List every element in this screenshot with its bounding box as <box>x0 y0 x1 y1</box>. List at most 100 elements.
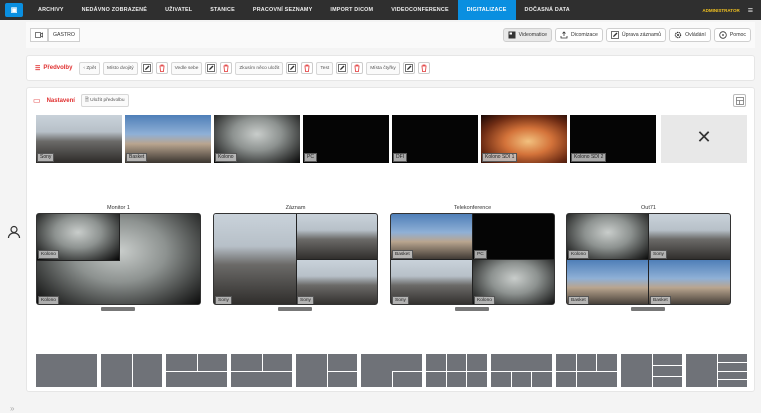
edit-preset-icon[interactable] <box>205 62 218 74</box>
back-button[interactable]: ‹ Zpět <box>79 61 100 75</box>
preset-0[interactable]: Místo dvojitý <box>102 61 138 75</box>
close-icon[interactable]: ✕ <box>661 127 747 148</box>
edit-preset-icon[interactable] <box>336 62 349 74</box>
nav-nedavno[interactable]: NEDÁVNO ZOBRAZENÉ <box>73 0 156 20</box>
edit-preset-icon[interactable] <box>402 62 415 74</box>
monitor-canvas[interactable]: Kolono Sony Basket Basket <box>566 213 731 305</box>
top-nav: ▣ ARCHIVY NEDÁVNO ZOBRAZENÉ UŽIVATEL STA… <box>0 0 761 20</box>
layout-divider <box>196 354 198 371</box>
monitor-tile[interactable]: Kolono <box>567 214 650 261</box>
app-logo-icon[interactable]: ▣ <box>5 3 23 17</box>
layout-option[interactable] <box>101 354 162 387</box>
source-tile[interactable]: Kolono SDI 2 <box>570 115 656 163</box>
layout-option[interactable] <box>621 354 682 387</box>
source-tile[interactable]: Sony <box>36 115 122 163</box>
empty-source-slot[interactable]: ✕ <box>661 115 747 163</box>
monitor-drag-handle[interactable] <box>631 307 665 311</box>
layout-divider <box>511 370 513 387</box>
layout-divider <box>531 370 533 387</box>
camera-name-button[interactable]: GASTRO <box>48 28 80 42</box>
layout-option[interactable] <box>36 354 97 387</box>
layout-option[interactable] <box>686 354 747 387</box>
tile-label: PC <box>474 250 487 259</box>
user-name[interactable]: ADMINISTRATOR <box>702 8 739 13</box>
settings-panel: ▭ Nastavení 🗎 Uložit předvolbu Sony Baske… <box>26 87 755 392</box>
nav-import-dicom[interactable]: IMPORT DICOM <box>321 0 382 20</box>
monitor-tile[interactable]: Basket <box>567 259 650 304</box>
save-preset-label: Uložit předvolbu <box>90 98 125 103</box>
monitor-tile[interactable]: PC <box>472 214 554 261</box>
ovladani-button[interactable]: Ovládání <box>669 28 711 42</box>
layout-option[interactable] <box>166 354 227 387</box>
layout-toggle-icon[interactable] <box>733 94 746 107</box>
layout-divider <box>651 364 682 366</box>
preset-2[interactable]: Zkusím něco uložit <box>235 61 284 75</box>
save-preset-button[interactable]: 🗎 Uložit předvolbu <box>80 94 129 107</box>
layout-divider <box>326 370 357 372</box>
monitor-canvas[interactable]: Kolono Kolono <box>36 213 201 305</box>
delete-preset-icon[interactable] <box>220 62 233 74</box>
delete-preset-icon[interactable] <box>351 62 364 74</box>
nav-digitalizace[interactable]: DIGITALIZACE <box>457 0 516 20</box>
edit-preset-icon[interactable] <box>286 62 299 74</box>
tile-label: Sony <box>297 296 314 304</box>
pomoc-button[interactable]: Pomoc <box>713 28 751 42</box>
monitor-tile[interactable]: Sony <box>391 259 474 304</box>
source-label: DFI <box>393 153 408 162</box>
source-tile[interactable]: DFI <box>392 115 478 163</box>
gear-icon <box>674 31 682 39</box>
camera-group: GASTRO <box>30 28 80 42</box>
videomatice-button[interactable]: Videomatice <box>502 28 553 42</box>
layout-option[interactable] <box>426 354 487 387</box>
layout-option[interactable] <box>231 354 292 387</box>
layout-option[interactable] <box>361 354 422 387</box>
monitor-canvas[interactable]: Sony Sony <box>213 213 378 305</box>
layout-option[interactable] <box>556 354 617 387</box>
monitor-drag-handle[interactable] <box>101 307 135 311</box>
menu-icon[interactable]: ≡ <box>748 5 753 15</box>
list-icon: ☰ <box>35 65 41 72</box>
monitor-tile[interactable]: Basket <box>391 214 474 261</box>
delete-preset-icon[interactable] <box>301 62 314 74</box>
person-icon[interactable] <box>7 225 21 239</box>
monitor-canvas[interactable]: Basket PC Sony Kolono <box>390 213 555 305</box>
monitor-tile[interactable]: Sony <box>648 214 730 261</box>
tile-label: Kolono <box>568 250 589 259</box>
uprava-zaznamu-button[interactable]: Úprava záznamů <box>605 28 667 42</box>
dicomizace-button[interactable]: Dicomizace <box>555 28 603 42</box>
monitor-tile[interactable]: Sony <box>295 259 377 304</box>
preset-3[interactable]: Test <box>316 61 334 75</box>
camera-button[interactable] <box>30 28 48 42</box>
monitor-tile[interactable]: Kolono <box>37 214 120 261</box>
monitor-tile[interactable]: Basket <box>648 259 730 304</box>
upload-icon <box>560 31 568 39</box>
monitor-tile[interactable]: Kolono <box>472 259 554 304</box>
monitor-drag-handle[interactable] <box>278 307 312 311</box>
nav-uzivatel[interactable]: UŽIVATEL <box>156 0 201 20</box>
monitor-tile[interactable]: Sony <box>214 214 297 304</box>
layout-option[interactable] <box>296 354 357 387</box>
nav-docasna-data[interactable]: DOČASNÁ DATA <box>516 0 579 20</box>
preset-4[interactable]: Místa čtyřky <box>366 61 400 75</box>
source-tile[interactable]: Kolono <box>214 115 300 163</box>
toolbar-right: Videomatice Dicomizace Úprava záznamů Ov… <box>502 28 751 42</box>
expand-rail-icon[interactable]: » <box>10 404 14 413</box>
nav-archivy[interactable]: ARCHIVY <box>29 0 73 20</box>
nav-stanice[interactable]: STANICE <box>201 0 244 20</box>
source-tile[interactable]: Kolono SDI 1 <box>481 115 567 163</box>
layout-option[interactable] <box>491 354 552 387</box>
nav-videoconference[interactable]: VIDEOCONFERENCE <box>382 0 458 20</box>
pomoc-label: Pomoc <box>729 32 746 38</box>
tile-label: Kolono <box>38 250 59 259</box>
monitor-drag-handle[interactable] <box>455 307 489 311</box>
preset-1[interactable]: Vedle sebe <box>170 61 203 75</box>
presets-label: Předvolby <box>43 65 73 71</box>
edit-preset-icon[interactable] <box>140 62 153 74</box>
nav-pracovni-seznamy[interactable]: PRACOVNÍ SEZNAMY <box>244 0 322 20</box>
source-tile[interactable]: PC <box>303 115 389 163</box>
edit-icon <box>611 31 619 39</box>
delete-preset-icon[interactable] <box>417 62 430 74</box>
source-label: Kolono SDI 1 <box>482 153 518 162</box>
source-tile[interactable]: Basket <box>125 115 211 163</box>
delete-preset-icon[interactable] <box>155 62 168 74</box>
